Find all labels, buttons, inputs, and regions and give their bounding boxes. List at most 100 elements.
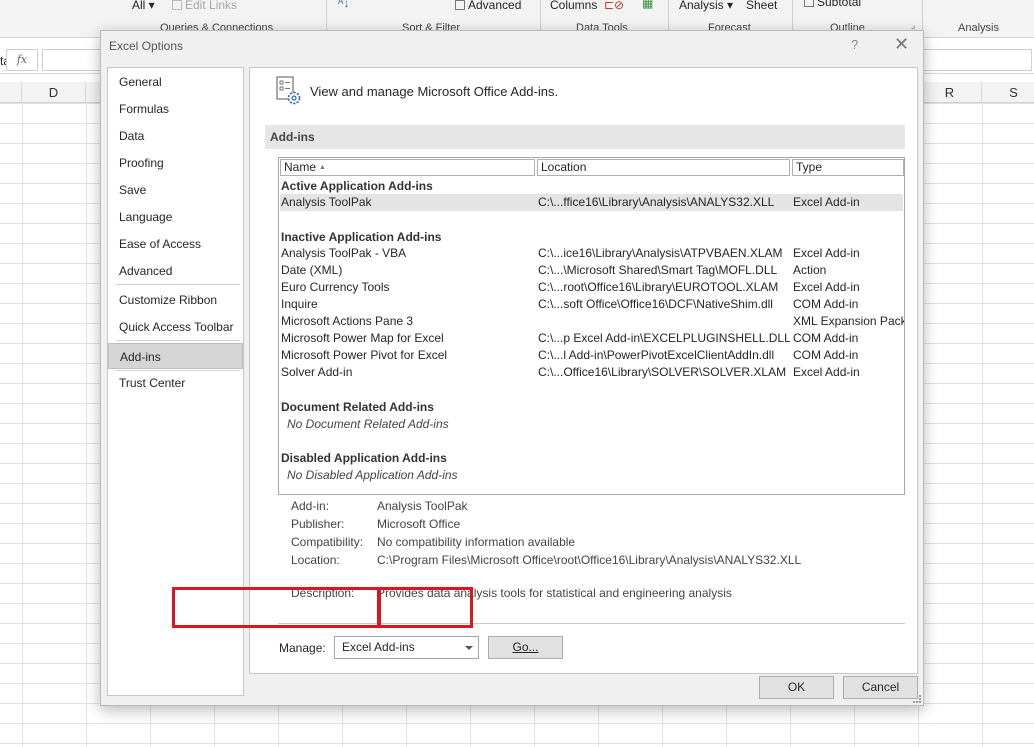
addin-name: Date (XML) [281,263,343,277]
resize-grip-icon[interactable] [913,695,921,703]
addin-type: Excel Add-in [793,195,860,209]
ribbon-edit-links[interactable]: Edit Links [172,0,237,12]
ribbon-text-to-columns[interactable]: Columns [550,0,597,12]
nav-item-proofing[interactable]: Proofing [108,150,243,176]
ribbon-subtotal[interactable]: Subtotal [804,0,861,9]
addin-type: Action [793,263,827,277]
addin-type: XML Expansion Pack [793,314,905,328]
manage-selected-value: Excel Add-ins [342,640,415,654]
addin-name: Solver Add-in [281,365,353,379]
remove-duplicates-icon[interactable]: ⊏⊘ [604,0,624,12]
ribbon-all-dropdown[interactable]: All ▾ [132,0,155,12]
sort-icon[interactable]: ᴬ↓ [338,0,349,10]
nav-item-data[interactable]: Data [108,123,243,149]
subtotal-icon [804,0,814,7]
section-label: Add-ins [270,130,315,144]
detail-compatibility-label: Compatibility: [291,535,364,549]
nav-item-language[interactable]: Language [108,204,243,230]
addin-location: C:\...\Microsoft Shared\Smart Tag\MOFL.D… [538,263,778,277]
add-ins-panel: View and manage Microsoft Office Add-ins… [249,67,918,674]
advanced-label: Advanced [468,0,522,12]
column-header-r[interactable]: R [918,82,982,103]
table-row[interactable]: Date (XML) C:\...\Microsoft Shared\Smart… [280,262,903,279]
table-row[interactable]: Microsoft Power Pivot for Excel C:\...l … [280,347,903,364]
table-row[interactable]: Analysis ToolPak - VBA C:\...ice16\Libra… [280,245,903,262]
nav-item-add-ins[interactable]: Add-ins [108,343,243,369]
table-row[interactable]: Microsoft Actions Pane 3 XML Expansion P… [280,313,905,330]
nav-separator [116,340,240,341]
addin-location: C:\...Office16\Library\SOLVER\SOLVER.XLA… [538,365,787,379]
column-header-location[interactable]: Location [537,159,790,176]
subtotal-label: Subtotal [817,0,862,9]
advanced-filter-icon [455,0,465,10]
add-ins-gear-icon [276,76,301,105]
addin-location: C:\...l Add-in\PowerPivotExcelClientAddI… [538,348,775,362]
dialog-title: Excel Options [109,39,184,53]
addin-type: COM Add-in [793,331,859,345]
no-document-add-ins: No Document Related Add-ins [287,417,449,431]
addin-name: Microsoft Power Map for Excel [281,331,444,345]
group-disabled-add-ins: Disabled Application Add-ins [281,451,447,465]
group-inactive-add-ins: Inactive Application Add-ins [281,230,442,244]
no-disabled-add-ins: No Disabled Application Add-ins [287,468,458,482]
nav-item-save[interactable]: Save [108,177,243,203]
ok-button[interactable]: OK [759,676,834,699]
insert-function-button[interactable]: fx [6,49,38,71]
highlight-manage-box [172,587,380,628]
manage-label: Manage: [279,641,326,655]
select-all-corner[interactable] [0,82,22,103]
column-header-name[interactable]: Name ▲ [280,159,535,176]
section-header: Add-ins [265,125,905,149]
nav-item-formulas[interactable]: Formulas [108,96,243,122]
panel-heading: View and manage Microsoft Office Add-ins… [310,84,559,99]
addin-name: Microsoft Actions Pane 3 [281,314,414,328]
manage-dropdown[interactable]: Excel Add-ins [334,636,479,659]
cancel-button[interactable]: Cancel [843,676,918,699]
addin-location: C:\...root\Office16\Library\EUROTOOL.XLA… [538,280,779,294]
table-row[interactable]: Solver Add-in C:\...Office16\Library\SOL… [280,364,903,381]
detail-publisher-label: Publisher: [291,517,345,531]
close-button[interactable]: ✕ [894,34,909,55]
table-row[interactable]: Euro Currency Tools C:\...root\Office16\… [280,279,903,296]
ribbon-advanced[interactable]: Advanced [455,0,521,12]
addin-location: C:\...soft Office\Office16\DCF\NativeShi… [538,297,773,311]
data-validation-icon[interactable]: ▦ [642,0,653,10]
detail-addin-value: Analysis ToolPak [377,499,468,513]
nav-item-quick-access-toolbar[interactable]: Quick Access Toolbar [108,314,243,340]
column-header-d[interactable]: D [22,82,86,103]
nav-separator [116,284,240,285]
edit-links-label: Edit Links [185,0,238,12]
addin-name: Analysis ToolPak - VBA [281,246,407,260]
ribbon-all-label: All [132,0,146,12]
ribbon-what-if-analysis[interactable]: Analysis ▾ [679,0,733,12]
detail-location-label: Location: [291,553,340,567]
highlight-go-box [378,587,473,628]
nav-item-trust-center[interactable]: Trust Center [108,370,243,396]
column-header-type[interactable]: Type [792,159,904,176]
what-if-label: Analysis [679,0,724,12]
help-button[interactable]: ? [851,37,858,52]
sort-ascending-icon: ▲ [319,164,326,171]
addin-type: Excel Add-in [793,365,860,379]
add-ins-table[interactable]: Name ▲ Location Type Active Application A… [278,157,905,495]
addin-location: C:\...p Excel Add-in\EXCELPLUGINSHELL.DL… [538,331,790,345]
table-row[interactable]: Inquire C:\...soft Office\Office16\DCF\N… [280,296,903,313]
ribbon-forecast-sheet[interactable]: Sheet [746,0,777,12]
column-header-s[interactable]: S [982,82,1034,103]
chevron-down-icon [465,646,473,650]
addin-name: Euro Currency Tools [281,280,390,294]
group-analysis: Analysis [958,22,999,34]
go-button[interactable]: Go... [488,636,563,659]
nav-item-customize-ribbon[interactable]: Customize Ribbon [108,287,243,313]
nav-item-advanced[interactable]: Advanced [108,258,243,284]
edit-links-icon [172,0,182,10]
detail-compatibility-value: No compatibility information available [377,535,576,549]
table-row[interactable]: Microsoft Power Map for Excel C:\...p Ex… [280,330,903,347]
nav-item-general[interactable]: General [108,69,243,95]
group-active-add-ins: Active Application Add-ins [281,179,433,193]
addin-type: Excel Add-in [793,280,860,294]
detail-addin-label: Add-in: [291,499,330,513]
addin-name: Analysis ToolPak [281,195,372,209]
table-row[interactable]: Analysis ToolPak C:\...ffice16\Library\A… [280,194,903,211]
nav-item-ease-of-access[interactable]: Ease of Access [108,231,243,257]
